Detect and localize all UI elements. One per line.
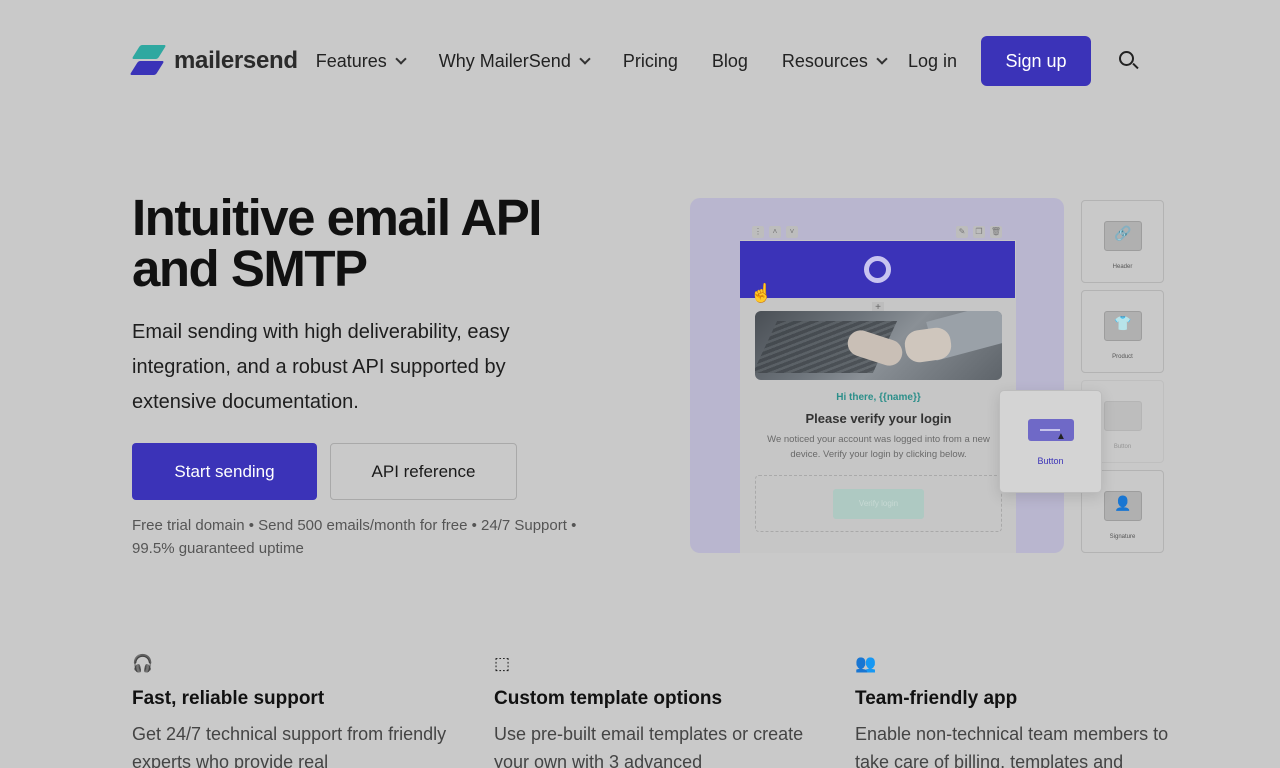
feature-desc: Get 24/7 technical support from friendly… bbox=[132, 724, 447, 768]
logo-mark-icon bbox=[129, 45, 167, 77]
nav-item-label: Pricing bbox=[622, 50, 678, 71]
signature-icon: 👤 bbox=[1114, 495, 1132, 511]
move-down-icon: ˅ bbox=[786, 226, 798, 238]
email-hero-image bbox=[755, 311, 1002, 380]
chevron-down-icon bbox=[395, 53, 407, 65]
api-reference-button[interactable]: API reference bbox=[330, 443, 517, 500]
feature-desc: Use pre-built email templates or create … bbox=[494, 724, 804, 768]
dragging-block-label: Button bbox=[1037, 456, 1064, 466]
nav-item-features[interactable]: Features bbox=[315, 50, 407, 72]
nav-item-label: Blog bbox=[711, 50, 748, 71]
logo-text: mailersend bbox=[174, 47, 298, 74]
email-greeting: Hi there, {{name}} bbox=[836, 392, 921, 403]
nav-item-label: Resources bbox=[781, 50, 868, 71]
logo[interactable]: mailersend bbox=[129, 45, 298, 77]
feature-title: Team-friendly app bbox=[855, 688, 1018, 709]
hero-subtitle: Email sending with high deliverability, … bbox=[132, 321, 510, 413]
template-icon: ⬚ bbox=[494, 654, 511, 673]
feature-title: Fast, reliable support bbox=[132, 688, 325, 709]
delete-icon: 🗑 bbox=[990, 226, 1002, 238]
link-icon: 🔗 bbox=[1114, 225, 1132, 241]
button-block-icon bbox=[1028, 419, 1074, 441]
block-card-label: Header bbox=[1112, 264, 1133, 270]
shirt-icon: 👕 bbox=[1114, 315, 1132, 331]
email-verify-button: Verify login bbox=[833, 489, 924, 519]
feature-templates: ⬚ Custom template options Use pre-built … bbox=[494, 654, 814, 768]
hero-title-line-1: Intuitive email API bbox=[132, 189, 542, 246]
move-up-icon: ˄ bbox=[769, 226, 781, 238]
dragging-block-card: Button bbox=[999, 390, 1102, 493]
block-card-label: Product bbox=[1112, 354, 1133, 360]
feature-team: 👥 Team-friendly app Enable non-technical… bbox=[855, 654, 1175, 768]
search-icon[interactable] bbox=[1117, 49, 1141, 73]
hand-cursor-icon: ☝ bbox=[750, 283, 773, 303]
team-icon: 👥 bbox=[855, 654, 877, 673]
pointer-cursor-icon: ▲ bbox=[1056, 431, 1066, 442]
hero-title: Intuitive email API and SMTP bbox=[132, 192, 652, 294]
signup-button[interactable]: Sign up bbox=[980, 36, 1091, 86]
nav-item-blog[interactable]: Blog bbox=[712, 51, 748, 72]
nav-item-label: Features bbox=[315, 50, 387, 71]
email-logo-notch bbox=[872, 264, 883, 275]
block-card-product: 👕 Product bbox=[1081, 290, 1164, 373]
feature-desc: Enable non-technical team members to tak… bbox=[855, 724, 1169, 768]
block-toolbar: ⋮ ˄ ˅ ✎ ❐ 🗑 bbox=[752, 226, 1016, 240]
block-card-header: 🔗 Header bbox=[1081, 200, 1164, 283]
block-card-label: Signature bbox=[1109, 534, 1136, 540]
drag-handle-icon: ⋮ bbox=[752, 226, 764, 238]
headset-icon: 🎧 bbox=[132, 654, 154, 673]
hero-note: Free trial domain • Send 500 emails/mont… bbox=[132, 517, 577, 557]
start-sending-button[interactable]: Start sending bbox=[132, 443, 317, 500]
email-body: We noticed your account was logged into … bbox=[767, 434, 990, 460]
duplicate-icon: ❐ bbox=[973, 226, 985, 238]
chevron-down-icon bbox=[579, 53, 591, 65]
nav-item-label: Why MailerSend bbox=[438, 50, 571, 71]
feature-support: 🎧 Fast, reliable support Get 24/7 techni… bbox=[132, 654, 452, 768]
login-link[interactable]: Log in bbox=[908, 51, 957, 72]
nav-item-pricing[interactable]: Pricing bbox=[623, 51, 678, 72]
top-nav: mailersend Features Why MailerSend Prici… bbox=[129, 36, 1166, 86]
edit-icon: ✎ bbox=[956, 226, 968, 238]
feature-title: Custom template options bbox=[494, 688, 723, 709]
chevron-down-icon bbox=[876, 53, 888, 65]
nav-item-resources[interactable]: Resources bbox=[781, 50, 888, 72]
email-title: Please verify your login bbox=[805, 411, 952, 426]
hero-title-line-2: and SMTP bbox=[132, 240, 368, 297]
nav-item-why-mailersend[interactable]: Why MailerSend bbox=[438, 50, 591, 72]
